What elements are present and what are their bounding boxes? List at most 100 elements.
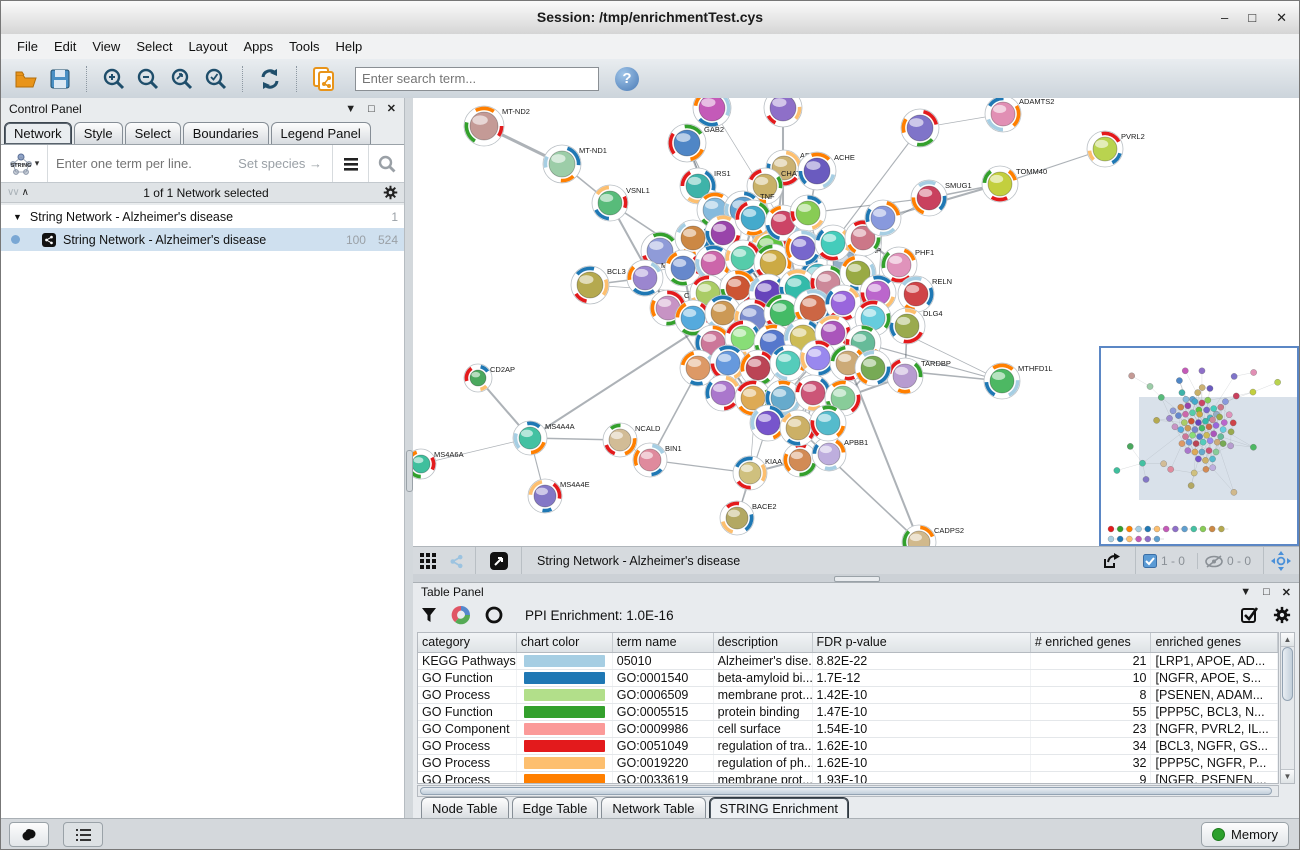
open-file-button[interactable]: [9, 64, 43, 94]
menu-file[interactable]: File: [9, 36, 46, 57]
table-row[interactable]: GO FunctionGO:0001540beta-amyloid bi...1…: [418, 670, 1278, 687]
tab-network[interactable]: Network: [4, 122, 72, 144]
tab-legend-panel[interactable]: Legend Panel: [271, 122, 371, 144]
svg-text:TOMM40: TOMM40: [1016, 167, 1047, 176]
zoom-in-button[interactable]: [97, 64, 131, 94]
chart-color-swatch: [524, 774, 605, 784]
task-list-button[interactable]: [63, 822, 103, 847]
settings-gear-icon[interactable]: [1273, 606, 1291, 624]
collection-row[interactable]: ▼ String Network - Alzheimer's disease 1: [1, 205, 404, 228]
tab-node-table[interactable]: Node Table: [421, 797, 509, 819]
column-header-term-name[interactable]: term name: [613, 633, 714, 652]
network-node[interactable]: [901, 109, 939, 147]
vertical-scrollbar[interactable]: ▲ ▼: [1280, 632, 1295, 784]
ring-chart-icon[interactable]: [485, 606, 503, 624]
export-image-button[interactable]: [1095, 546, 1129, 576]
collapse-all-icon[interactable]: ∨∨: [7, 187, 18, 198]
hidden-eye-icon[interactable]: [1205, 555, 1223, 568]
scroll-down-arrow[interactable]: ▼: [1281, 769, 1294, 783]
string-term-input[interactable]: [48, 156, 332, 171]
table-row[interactable]: KEGG Pathways05010Alzheimer's dise...8.8…: [418, 653, 1278, 670]
tab-select[interactable]: Select: [125, 122, 181, 144]
table-row[interactable]: GO ProcessGO:0006509membrane prot...1.42…: [418, 687, 1278, 704]
table-panel-float-button[interactable]: ▼: [1240, 586, 1251, 598]
string-db-selector[interactable]: STRING ▾: [1, 145, 48, 182]
save-session-button[interactable]: [43, 64, 77, 94]
column-header-category[interactable]: category: [418, 633, 517, 652]
zoom-selected-button[interactable]: [199, 64, 233, 94]
panel-close-button[interactable]: ✕: [387, 102, 396, 115]
column-header-description[interactable]: description: [714, 633, 813, 652]
share-icon: [449, 554, 464, 569]
search-input[interactable]: [355, 67, 599, 91]
detach-view-button[interactable]: [483, 546, 515, 576]
network-node[interactable]: [855, 350, 891, 386]
horizontal-scroll-thumb[interactable]: [420, 787, 1272, 795]
panel-float-button[interactable]: ▼: [345, 103, 356, 115]
column-header-enriched-genes[interactable]: enriched genes: [1151, 633, 1278, 652]
table-row[interactable]: GO FunctionGO:0005515protein binding1.47…: [418, 704, 1278, 721]
column-header-chart-color[interactable]: chart color: [517, 633, 613, 652]
menu-apps[interactable]: Apps: [236, 36, 282, 57]
hidden-counter: 0 - 0: [1227, 554, 1251, 568]
memory-button[interactable]: Memory: [1201, 822, 1289, 847]
tab-network-table[interactable]: Network Table: [601, 797, 705, 819]
network-node[interactable]: [865, 200, 901, 236]
table-row[interactable]: GO ProcessGO:0033619membrane prot...1.93…: [418, 772, 1278, 784]
zoom-out-button[interactable]: [131, 64, 165, 94]
expand-icon[interactable]: ∧: [22, 187, 29, 198]
table-panel-close-button[interactable]: ✕: [1282, 586, 1291, 599]
filter-icon[interactable]: [421, 607, 437, 623]
string-options-button[interactable]: [332, 145, 368, 182]
table-row[interactable]: GO ProcessGO:0019220regulation of ph...1…: [418, 755, 1278, 772]
table-panel-undock-button[interactable]: □: [1263, 586, 1270, 598]
gear-icon[interactable]: [383, 185, 398, 200]
navigator-icon[interactable]: [1271, 551, 1291, 571]
string-search-button[interactable]: [368, 145, 404, 182]
menu-view[interactable]: View: [84, 36, 128, 57]
ppi-enrichment-value: PPI Enrichment: 1.0E-16: [525, 608, 1227, 623]
menu-help[interactable]: Help: [328, 36, 371, 57]
selected-checkbox-icon[interactable]: [1143, 554, 1157, 568]
menu-tools[interactable]: Tools: [281, 36, 327, 57]
panel-undock-button[interactable]: □: [368, 103, 375, 115]
grid-view-button[interactable]: [413, 546, 443, 576]
network-node[interactable]: [810, 405, 846, 441]
network-node[interactable]: [790, 195, 826, 231]
column-header-enriched-genes[interactable]: # enriched genes: [1031, 633, 1152, 652]
table-splitter[interactable]: [413, 574, 1299, 582]
tab-style[interactable]: Style: [74, 122, 123, 144]
menu-select[interactable]: Select: [128, 36, 180, 57]
tab-edge-table[interactable]: Edge Table: [512, 797, 599, 819]
close-button[interactable]: ✕: [1276, 10, 1287, 26]
svg-text:PVRL2: PVRL2: [1121, 132, 1145, 141]
tab-string-enrichment[interactable]: STRING Enrichment: [709, 797, 849, 819]
table-row[interactable]: GO ProcessGO:0051049regulation of tra...…: [418, 738, 1278, 755]
column-header-fdr-p-value[interactable]: FDR p-value: [813, 633, 1031, 652]
select-checkbox-icon[interactable]: [1241, 606, 1259, 624]
svg-text:PHF1: PHF1: [915, 248, 934, 257]
network-canvas[interactable]: MT-ND2MT-ND1VSNL1GAB2ADAMTS2PVRL2TOMM40S…: [413, 98, 1299, 546]
maximize-button[interactable]: □: [1248, 10, 1256, 25]
enrichment-table: categorychart colorterm namedescriptionF…: [417, 632, 1279, 784]
vertical-scroll-thumb[interactable]: [1282, 647, 1293, 701]
help-button[interactable]: ?: [615, 67, 639, 91]
menu-layout[interactable]: Layout: [180, 36, 235, 57]
scroll-up-arrow[interactable]: ▲: [1281, 633, 1294, 647]
automation-button[interactable]: [9, 822, 49, 847]
minimize-button[interactable]: –: [1221, 10, 1228, 25]
zoom-fit-button[interactable]: [165, 64, 199, 94]
refresh-button[interactable]: [253, 64, 287, 94]
share-view-button[interactable]: [443, 546, 469, 576]
tab-boundaries[interactable]: Boundaries: [183, 122, 269, 144]
tree-expand-icon[interactable]: ▼: [13, 212, 22, 222]
svg-text:MS4A6A: MS4A6A: [434, 450, 464, 459]
horizontal-scrollbar[interactable]: [417, 785, 1279, 797]
svg-text:MTHFD1L: MTHFD1L: [1018, 364, 1053, 373]
donut-chart-icon[interactable]: [451, 605, 471, 625]
menu-edit[interactable]: Edit: [46, 36, 84, 57]
import-network-button[interactable]: [307, 64, 341, 94]
network-row[interactable]: String Network - Alzheimer's disease 100…: [1, 228, 404, 251]
table-row[interactable]: GO ComponentGO:0009986cell surface1.54E-…: [418, 721, 1278, 738]
birds-eye-view[interactable]: [1099, 346, 1299, 546]
